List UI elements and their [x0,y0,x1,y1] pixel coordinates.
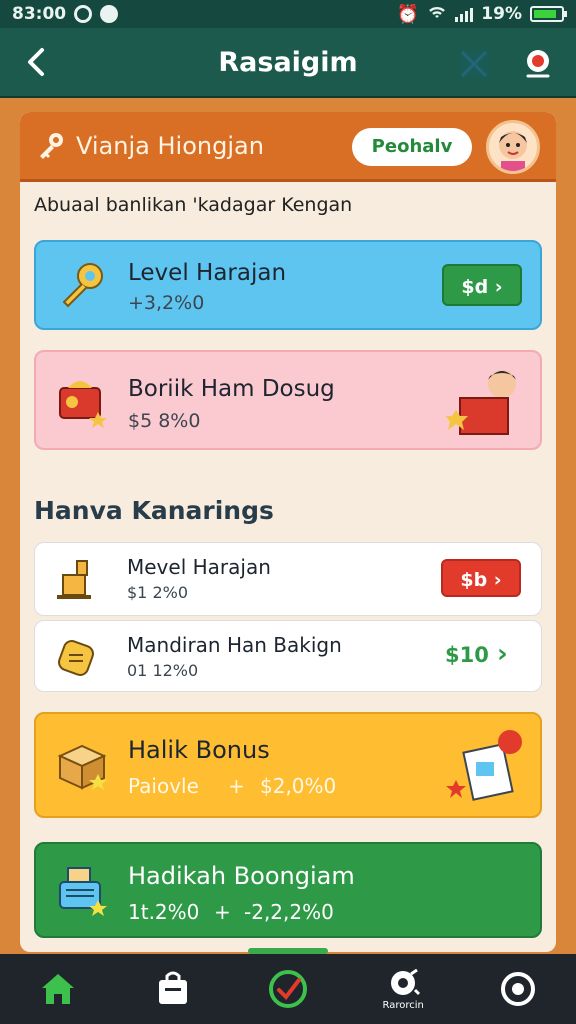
cash-register-icon [59,867,107,916]
bonus-card[interactable]: Halik Bonus Paiovle + $2,0%0 [34,712,542,818]
location-button[interactable] [520,46,556,82]
nav-rarorcin[interactable]: Rarorcin [373,959,433,1019]
key-icon [40,132,63,159]
battery-level [534,10,557,18]
bonus-value-right: -2,2,2%0 [244,900,334,924]
list-amount: $10 [445,643,489,667]
list-action-button[interactable]: $b › [441,559,521,597]
button-label: $b [460,569,488,591]
status-time: 83:00 [12,4,67,24]
card-action-button[interactable]: $d › [442,264,522,306]
back-button[interactable] [18,44,54,80]
location-pin-icon [526,50,550,78]
document-balloon-icon [446,730,522,801]
trophy-icon [57,560,91,599]
panel-pill-button[interactable]: Peohalv [352,128,472,166]
nav-label: Rarorcin [382,999,424,1011]
chevron-left-icon [28,48,44,76]
separator-icon: + [214,900,231,924]
app-header: Rasaigim [0,28,576,98]
status-bar: 83:00 ⏰ 19% [0,0,576,28]
card-value: +3,2%0 [128,292,205,314]
list-item-title: Mandiran Han Bakign [127,633,342,657]
key-gold-icon [62,263,103,308]
avatar[interactable] [486,120,540,174]
bonus-value-left: Paiovle [128,774,199,798]
character-chest-icon [446,370,516,435]
content-panel: Vianja Hiongjan Peohalv Abuaal banlikan … [20,112,556,952]
camera-status-icon [74,5,93,23]
nav-tasks[interactable] [258,959,318,1019]
card-title: Boriik Ham Dosug [128,376,335,402]
battery-percent: 19% [481,4,522,24]
avatar-face-icon [499,131,527,171]
check-circle-icon [268,970,307,1008]
separator-icon: + [228,774,245,798]
button-label: $d [461,276,489,298]
card-title: Level Harajan [128,260,287,286]
settings-icon [501,972,536,1006]
wifi-icon [427,4,447,25]
notification-icon [100,5,119,23]
nav-shop[interactable] [143,959,203,1019]
nav-home[interactable] [28,959,88,1019]
alarm-icon: ⏰ [396,3,420,25]
signal-icon [455,6,474,22]
bonus-value-left: 1t.2%0 [128,900,200,924]
card-value: $5 8%0 [128,410,201,432]
page-title: Rasaigim [218,46,358,78]
bonus-card[interactable]: Hadikah Boongiam 1t.2%0 + -2,2,2%0 [34,842,542,938]
card-level[interactable]: Level Harajan +3,2%0 $d › [34,240,542,330]
bag-icon [158,971,187,1004]
battery-icon [530,6,567,22]
gift-box-icon [59,381,107,428]
bottom-nav: Rarorcin [0,954,576,1024]
card-boriik[interactable]: Boriik Ham Dosug $5 8%0 [34,350,542,450]
bonus-title: Halik Bonus [128,736,270,764]
panel-subtitle: Abuaal banlikan 'kadagar Kengan [34,194,353,216]
panel-header: Vianja Hiongjan Peohalv [20,112,556,182]
bonus-value-right: $2,0%0 [260,774,337,798]
list-item-value: $1 2%0 [127,583,189,602]
list-item[interactable]: Mevel Harajan $1 2%0 $b › [34,542,542,616]
home-icon [41,974,74,1004]
list-item-title: Mevel Harajan [127,555,271,579]
close-icon [460,50,488,78]
list-item[interactable]: Mandiran Han Bakign 01 12%0 $10 › [34,620,542,692]
list-item-value: 01 12%0 [127,661,199,680]
box-icon [57,744,107,790]
close-button[interactable] [456,46,492,82]
panel-title: Vianja Hiongjan [76,131,264,160]
nav-settings[interactable] [488,959,548,1019]
section-title: Hanva Kanarings [34,496,274,525]
gear-badge-icon [391,968,421,995]
bonus-title: Hadikah Boongiam [128,862,355,890]
coin-bag-icon [58,640,94,676]
chevron-right-icon[interactable]: › [497,639,508,669]
